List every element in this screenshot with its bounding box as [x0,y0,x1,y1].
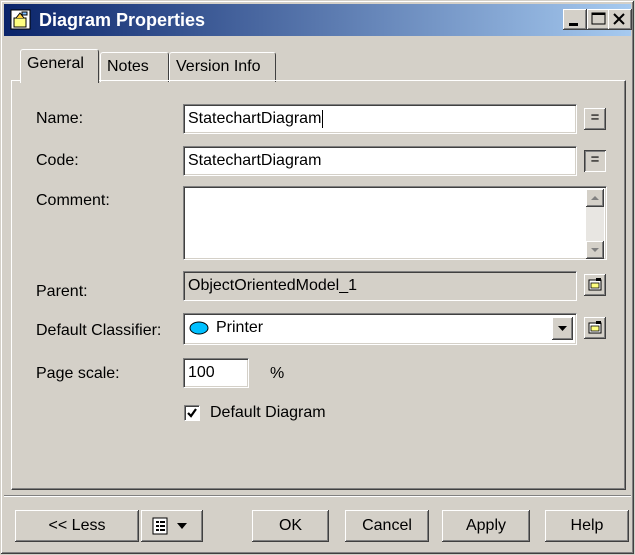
tab-notes[interactable]: Notes [100,52,169,82]
text-caret [322,109,324,128]
comment-label: Comment: [36,192,110,209]
general-panel: Name: StatechartDiagram = Code: Statecha… [11,80,626,490]
list-menu-button[interactable] [141,510,203,542]
parent-label: Parent: [36,283,88,300]
name-value: StatechartDiagram [188,110,322,127]
default-diagram-checkbox[interactable] [184,405,200,421]
dropdown-button[interactable] [552,317,573,340]
classifier-properties-button[interactable] [584,317,606,339]
properties-icon [588,278,602,291]
parent-field: ObjectOrientedModel_1 [183,271,577,301]
tab-general-label: General [27,55,84,72]
check-icon [187,408,197,418]
chevron-down-icon [177,523,187,529]
cancel-button[interactable]: Cancel [345,510,429,542]
tab-general[interactable]: General [20,49,99,83]
tab-notes-label: Notes [107,58,149,75]
arrow-down-icon [591,248,599,252]
dialog-window: Diagram Properties General Notes Version… [0,0,635,555]
list-icon [152,517,187,535]
code-label: Code: [36,152,79,169]
page-scale-value: 100 [188,364,215,381]
apply-button[interactable]: Apply [442,510,530,542]
default-classifier-label: Default Classifier: [36,322,162,339]
name-label: Name: [36,110,84,127]
default-classifier-select[interactable]: Printer [183,313,577,345]
window-title: Diagram Properties [39,10,206,30]
code-input[interactable]: StatechartDiagram [183,146,577,176]
page-scale-input[interactable]: 100 [183,358,249,388]
code-sync-toggle-button[interactable]: = [584,150,606,172]
parent-value: ObjectOrientedModel_1 [188,277,357,294]
properties-icon [10,9,31,30]
comment-textarea[interactable] [183,186,607,260]
name-code-sync-button[interactable]: = [584,108,606,130]
scroll-up-button[interactable] [586,189,604,207]
scroll-down-button[interactable] [586,241,604,259]
page-scale-label: Page scale: [36,365,120,382]
title-bar[interactable]: Diagram Properties [4,4,632,36]
default-classifier-value: Printer [216,319,264,336]
ok-button[interactable]: OK [252,510,329,542]
properties-icon [588,321,602,334]
chevron-down-icon [558,326,567,331]
parent-properties-button[interactable] [584,274,606,296]
close-button[interactable] [608,9,632,30]
ellipse-class-icon [189,321,209,335]
tab-version-info[interactable]: Version Info [169,52,276,82]
default-diagram-label[interactable]: Default Diagram [210,403,326,423]
code-value: StatechartDiagram [188,152,322,169]
comment-scrollbar[interactable] [586,189,604,259]
name-input[interactable]: StatechartDiagram [183,104,577,134]
footer-separator [4,495,631,497]
page-scale-unit: % [270,365,285,382]
help-button[interactable]: Help [545,510,629,542]
minimize-icon [569,23,578,26]
tab-version-info-label: Version Info [176,58,261,75]
minimize-button[interactable] [563,9,587,30]
less-button[interactable]: << Less [15,510,139,542]
close-icon [613,13,625,25]
arrow-up-icon [591,196,599,200]
